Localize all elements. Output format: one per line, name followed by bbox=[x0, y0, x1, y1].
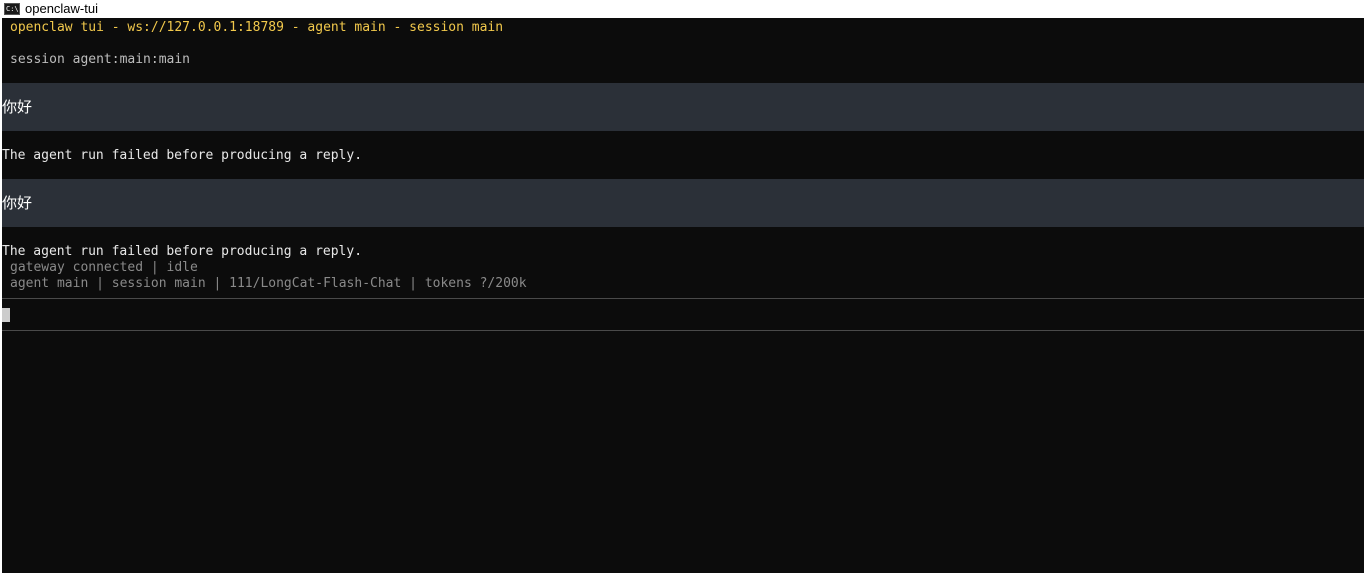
user-message: 你好 bbox=[2, 83, 1364, 131]
agent-reply: The agent run failed before producing a … bbox=[2, 244, 363, 259]
console-area[interactable]: openclaw tui - ws://127.0.0.1:18789 - ag… bbox=[2, 18, 1364, 573]
user-message-text: 你好 bbox=[2, 194, 33, 212]
session-status: agent main | session main | 111/LongCat-… bbox=[10, 276, 527, 291]
input-divider-bottom bbox=[2, 330, 1364, 331]
user-message-text: 你好 bbox=[2, 98, 33, 116]
console-icon: C:\ bbox=[4, 3, 20, 15]
text-cursor bbox=[2, 308, 10, 322]
tui-header: openclaw tui - ws://127.0.0.1:18789 - ag… bbox=[10, 20, 504, 35]
agent-reply: The agent run failed before producing a … bbox=[2, 148, 363, 163]
window-title: openclaw-tui bbox=[25, 1, 98, 16]
session-label: session agent:main:main bbox=[10, 52, 191, 67]
connection-status: gateway connected | idle bbox=[10, 260, 198, 275]
title-bar[interactable]: C:\ openclaw-tui bbox=[0, 0, 1364, 18]
user-message: 你好 bbox=[2, 179, 1364, 227]
prompt-input[interactable] bbox=[2, 299, 1364, 330]
terminal-window: C:\ openclaw-tui openclaw tui - ws://127… bbox=[0, 0, 1364, 573]
